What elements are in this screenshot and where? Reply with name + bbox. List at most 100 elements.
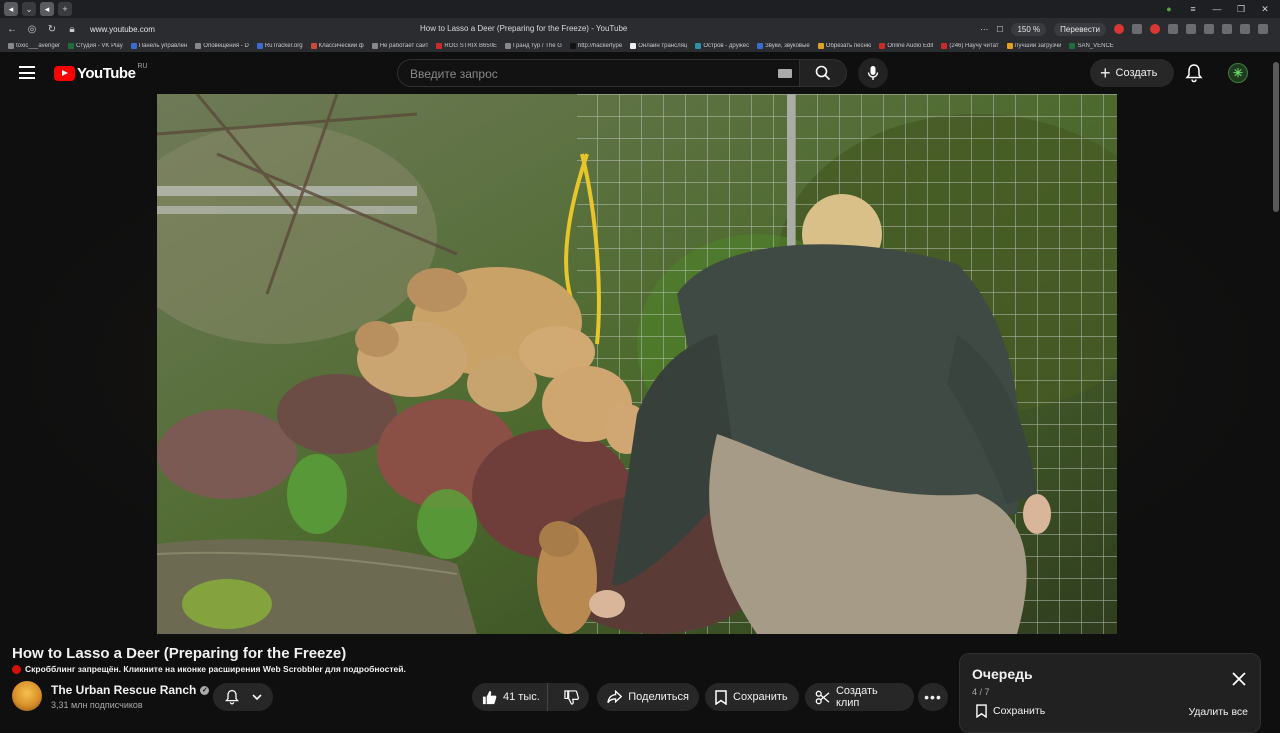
extension-icon[interactable] [1150, 24, 1160, 34]
browser-tab-strip: ◂ ⌄ ◂ + ● ≡ — ❐ ✕ [0, 0, 1280, 18]
extension-icon[interactable] [1132, 24, 1142, 34]
youtube-logo[interactable]: YouTube RU [54, 63, 148, 82]
bookmark[interactable]: toxic___avenger [8, 43, 60, 49]
extension-icon[interactable] [1204, 24, 1214, 34]
queue-panel: Очередь 4 / 7 Сохранить Удалить все [959, 653, 1261, 733]
queue-position: 4 / 7 [972, 687, 990, 697]
youtube-play-icon [54, 66, 75, 81]
player-area [0, 94, 1280, 634]
extension-icon[interactable] [1222, 24, 1232, 34]
search-icon [815, 65, 831, 81]
channel-name[interactable]: The Urban Rescue Ranch ✓ [51, 683, 210, 697]
bookmark-icon[interactable]: ☐ [996, 25, 1003, 34]
bookmark[interactable]: ROG STRIX B650E [436, 43, 497, 49]
create-clip-button[interactable]: Создать клип [805, 683, 914, 711]
search-placeholder: Введите запрос [410, 67, 498, 81]
scissors-icon [815, 690, 830, 704]
bookmark[interactable]: http://hackertype [569, 43, 622, 49]
like-count: 41 тыс. [503, 691, 540, 703]
search-input[interactable]: Введите запрос [397, 59, 800, 87]
extension-icon[interactable] [1258, 24, 1268, 34]
queue-title: Очередь [972, 666, 1033, 682]
account-avatar[interactable]: ✳ [1228, 63, 1248, 83]
notifications-bell-icon[interactable] [1184, 63, 1204, 83]
secure-icon: 🔒︎ [69, 23, 75, 35]
lastfm-icon [12, 664, 21, 674]
menu-icon[interactable]: ≡ [1188, 4, 1198, 15]
extension-icon[interactable] [1168, 24, 1178, 34]
browser-page-title: How to Lasso a Deer (Preparing for the F… [420, 24, 628, 33]
restore-button[interactable]: ❐ [1236, 4, 1246, 15]
bookmark[interactable]: Панель управлен [130, 43, 187, 49]
plus-icon: + [1100, 63, 1111, 83]
close-icon[interactable] [1232, 672, 1246, 686]
extension-icon[interactable] [1186, 24, 1196, 34]
more-actions-button[interactable]: ••• [918, 683, 948, 711]
verified-check-icon: ✓ [200, 685, 210, 695]
address-bar: ← ◎ ↻ 🔒︎ www.youtube.com How to Lasso a … [0, 18, 1280, 40]
zoom-level[interactable]: 150 % [1011, 22, 1047, 36]
dislike-button[interactable] [554, 689, 589, 705]
browser-tab[interactable]: ◂ [40, 2, 54, 16]
scrollbar-thumb[interactable] [1273, 62, 1279, 212]
more-dots-icon[interactable]: ⋯ [980, 25, 988, 34]
like-dislike-group: 41 тыс. [472, 683, 589, 711]
audio-tab-icon[interactable]: ◂ [4, 2, 18, 16]
bookmark[interactable]: (246) Научу читат [941, 43, 999, 49]
tab-list-chevron-icon[interactable]: ⌄ [22, 2, 36, 16]
page-scrollbar[interactable] [1272, 52, 1280, 720]
bookmark[interactable]: Классический ф [310, 43, 364, 49]
bookmark[interactable]: Лучший загрузчи [1006, 43, 1061, 49]
bookmark[interactable]: Студия - VK Play [68, 43, 123, 49]
share-button[interactable]: Поделиться [597, 683, 699, 711]
bookmarks-bar: toxic___avenger Студия - VK Play Панель … [0, 40, 1280, 52]
bookmark[interactable]: Звуки, звуковые [757, 43, 810, 49]
keyboard-icon[interactable] [778, 69, 792, 78]
share-arrow-icon [607, 690, 623, 704]
extension-icon[interactable] [1240, 24, 1250, 34]
voice-search-button[interactable] [858, 58, 888, 88]
bookmark[interactable]: Оповещения - D [195, 43, 249, 49]
subscriber-count: 3,31 млн подписчиков [51, 700, 143, 710]
thumbs-up-icon [482, 690, 497, 704]
bookmark[interactable]: Не работает сайт [371, 43, 428, 49]
bookmark-save-icon [715, 689, 727, 705]
queue-clear-button[interactable]: Удалить все [1188, 706, 1248, 718]
queue-save-button[interactable]: Сохранить [976, 704, 1045, 718]
video-title: How to Lasso a Deer (Preparing for the F… [12, 645, 347, 662]
channel-avatar[interactable] [12, 681, 42, 711]
chevron-down-icon [252, 694, 262, 701]
bookmark[interactable]: Обрезать песню [817, 43, 871, 49]
reload-icon[interactable]: ↻ [44, 24, 60, 35]
more-horizontal-icon: ••• [924, 689, 942, 705]
notifications-bell-icon [225, 689, 239, 705]
window-controls: ● ≡ — ❐ ✕ [1164, 4, 1280, 15]
new-tab-button[interactable]: + [58, 2, 72, 16]
microphone-icon [867, 66, 879, 80]
video-player[interactable] [157, 94, 1117, 634]
bookmark[interactable]: Online Audio Edit [879, 43, 933, 49]
url-field[interactable]: www.youtube.com [90, 25, 155, 34]
subscription-notifications-button[interactable] [213, 683, 273, 711]
scrobbler-notice[interactable]: Скробблинг запрещён. Кликните на иконке … [12, 664, 406, 674]
youtube-masthead: YouTube RU Введите запрос + Создать ✳ [0, 52, 1280, 94]
site-info-icon[interactable]: ◎ [24, 24, 40, 35]
adblock-icon[interactable] [1114, 24, 1124, 34]
create-button[interactable]: + Создать [1090, 59, 1174, 87]
save-button[interactable]: Сохранить [705, 683, 799, 711]
extension-icon[interactable]: ● [1164, 4, 1174, 15]
search-button[interactable] [799, 59, 847, 87]
bookmark[interactable]: Остров - дружес [695, 43, 749, 49]
bookmark[interactable]: Гранд тур / The G [505, 43, 562, 49]
region-code: RU [137, 63, 148, 70]
bookmark[interactable]: RuTracker.org [256, 43, 303, 49]
back-icon[interactable]: ← [4, 24, 20, 35]
like-button[interactable]: 41 тыс. [472, 683, 549, 711]
guide-menu-icon[interactable] [19, 66, 35, 79]
bookmark[interactable]: SAN_VENCE [1069, 43, 1114, 49]
bookmark-save-icon [976, 704, 987, 718]
translate-button[interactable]: Перевести [1054, 22, 1106, 36]
close-window-button[interactable]: ✕ [1260, 4, 1270, 15]
minimize-button[interactable]: — [1212, 4, 1222, 15]
bookmark[interactable]: Онлайн трансляц [630, 43, 687, 49]
